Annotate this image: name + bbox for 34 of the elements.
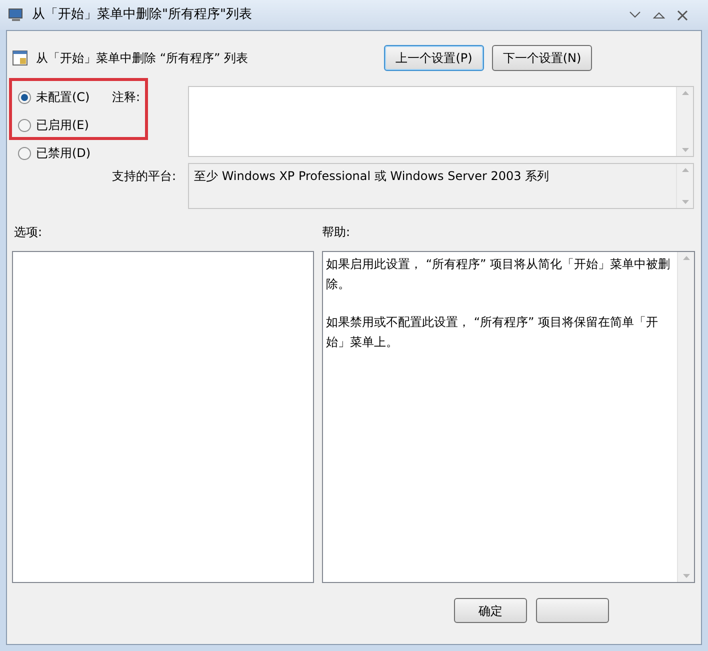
- policy-icon: [12, 50, 28, 66]
- help-paragraph: 如果启用此设置， “所有程序” 项目将从简化「开始」菜单中被删除。: [326, 256, 672, 293]
- state-radio[interactable]: 已禁用(D): [18, 144, 112, 162]
- platform-text: 至少 Windows XP Professional 或 Windows Server 2003 系列: [193, 168, 550, 185]
- nav-button[interactable]: 上一个设置(P): [384, 45, 484, 71]
- help-paragraph: 如果禁用或不配置此设置， “所有程序” 项目将保留在简单「开始」菜单上。: [326, 314, 660, 351]
- platform-label: 支持的平台:: [112, 168, 178, 185]
- computer-icon: [8, 8, 24, 22]
- comment-field[interactable]: [188, 86, 694, 157]
- help-label: 帮助:: [322, 224, 350, 241]
- scroll-down-icon[interactable]: [682, 574, 690, 578]
- radio-label: 已禁用(D): [36, 145, 91, 162]
- nav-button[interactable]: 下一个设置(N): [492, 45, 592, 71]
- maximize-icon[interactable]: [653, 11, 665, 19]
- window-title: 从「开始」菜单中删除"所有程序"列表: [32, 6, 252, 24]
- radio-label: 已启用(E): [36, 117, 89, 134]
- scrollbar[interactable]: [676, 87, 693, 156]
- close-icon[interactable]: [677, 10, 688, 20]
- state-radio[interactable]: 未配置(C): [18, 88, 112, 106]
- options-label: 选项:: [13, 224, 44, 241]
- minimize-icon[interactable]: [629, 11, 641, 19]
- scrollbar[interactable]: [677, 252, 694, 582]
- scroll-up-icon[interactable]: [682, 168, 688, 172]
- ok-button[interactable]: 确定: [454, 598, 527, 623]
- scroll-up-icon[interactable]: [682, 256, 690, 260]
- state-radio[interactable]: 已启用(E): [18, 116, 112, 134]
- comment-label: 注释:: [112, 89, 142, 106]
- policy-title: 从「开始」菜单中删除 “所有程序” 列表: [36, 50, 248, 67]
- radio-circle[interactable]: [18, 90, 31, 104]
- scroll-down-icon[interactable]: [682, 148, 688, 152]
- dialog-button[interactable]: [536, 598, 609, 623]
- scroll-down-icon[interactable]: [682, 200, 688, 204]
- radio-label: 未配置(C): [36, 89, 90, 106]
- scroll-up-icon[interactable]: [682, 91, 688, 95]
